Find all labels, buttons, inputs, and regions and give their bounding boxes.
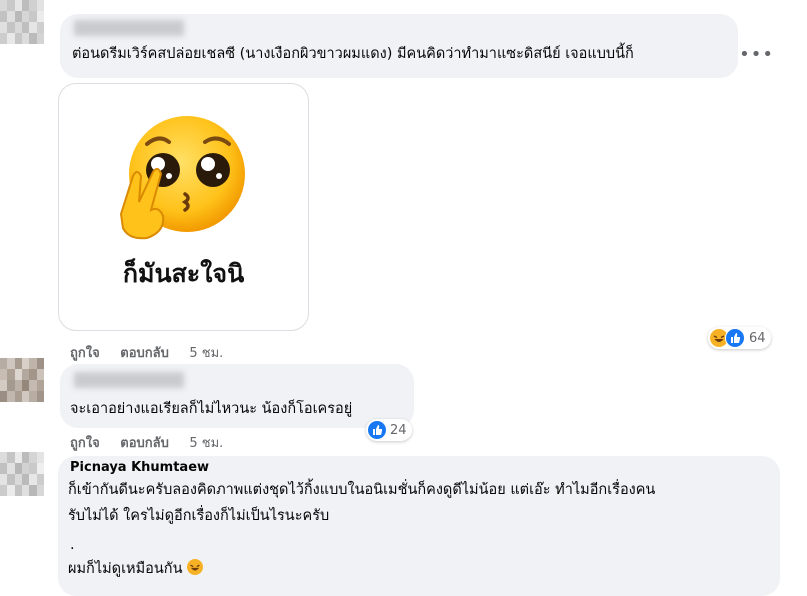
reaction-count: 24 bbox=[390, 422, 407, 438]
timestamp[interactable]: 5 ชม. bbox=[189, 346, 223, 361]
like-link[interactable]: ถูกใจ bbox=[70, 436, 100, 451]
comment-text: จะเอาอย่างแอเรียลก็ไม่ไหวนะ น้องก็โอเครอ… bbox=[70, 401, 353, 417]
comment-bubble: Picnaya Khumtaew ก็เข้ากันดีนะครับลองคิด… bbox=[58, 456, 780, 596]
reply-link[interactable]: ตอบกลับ bbox=[120, 346, 169, 361]
reaction-summary[interactable]: 64 bbox=[708, 327, 771, 349]
comment-text: ต่อนดรีมเวิร์คสปล่อยเชลซี (นางเงือกผิวขา… bbox=[72, 46, 634, 62]
author-name-redacted[interactable] bbox=[74, 20, 184, 36]
rofl-emoji-icon bbox=[187, 559, 204, 575]
reaction-count: 64 bbox=[749, 330, 766, 346]
avatar[interactable] bbox=[0, 0, 44, 44]
reaction-summary[interactable]: 24 bbox=[366, 419, 412, 441]
timestamp[interactable]: 5 ชม. bbox=[189, 436, 223, 451]
comment-bubble: จะเอาอย่างแอเรียลก็ไม่ไหวนะ น้องก็โอเครอ… bbox=[60, 364, 414, 428]
reply-link[interactable]: ตอบกลับ bbox=[120, 436, 169, 451]
comment-text-line: รับไม่ได้ ใครไม่ดูอีกเรื่องก็ไม่เป็นไรนะ… bbox=[68, 508, 330, 524]
author-name-redacted[interactable] bbox=[74, 372, 184, 388]
more-horizontal-icon[interactable]: ••• bbox=[739, 44, 774, 65]
comment-actions: ถูกใจ ตอบกลับ 5 ชม. bbox=[70, 342, 223, 363]
comment-text-line: ผมก็ไม่ดูเหมือนกัน bbox=[68, 559, 204, 579]
avatar[interactable] bbox=[0, 358, 44, 402]
like-reaction-icon bbox=[368, 421, 386, 439]
comment-actions: ถูกใจ ตอบกลับ 5 ชม. bbox=[70, 432, 223, 453]
author-name[interactable]: Picnaya Khumtaew bbox=[70, 460, 209, 475]
avatar[interactable] bbox=[0, 452, 44, 496]
sticker-image[interactable]: ก็มันสะใจนิ bbox=[58, 83, 309, 331]
comment-text: ผมก็ไม่ดูเหมือนกัน bbox=[68, 561, 183, 577]
pleading-face-emoji-icon bbox=[119, 116, 245, 240]
comment-bubble: ต่อนดรีมเวิร์คสปล่อยเชลซี (นางเงือกผิวขา… bbox=[60, 14, 738, 78]
sticker-caption: ก็มันสะใจนิ bbox=[122, 259, 245, 288]
comment-text-line: ก็เข้ากันดีนะครับลองคิดภาพแต่งชุดไว้กิ้ง… bbox=[68, 482, 656, 498]
like-link[interactable]: ถูกใจ bbox=[70, 346, 100, 361]
comment-text-line: . bbox=[70, 537, 75, 553]
like-reaction-icon bbox=[725, 328, 745, 348]
